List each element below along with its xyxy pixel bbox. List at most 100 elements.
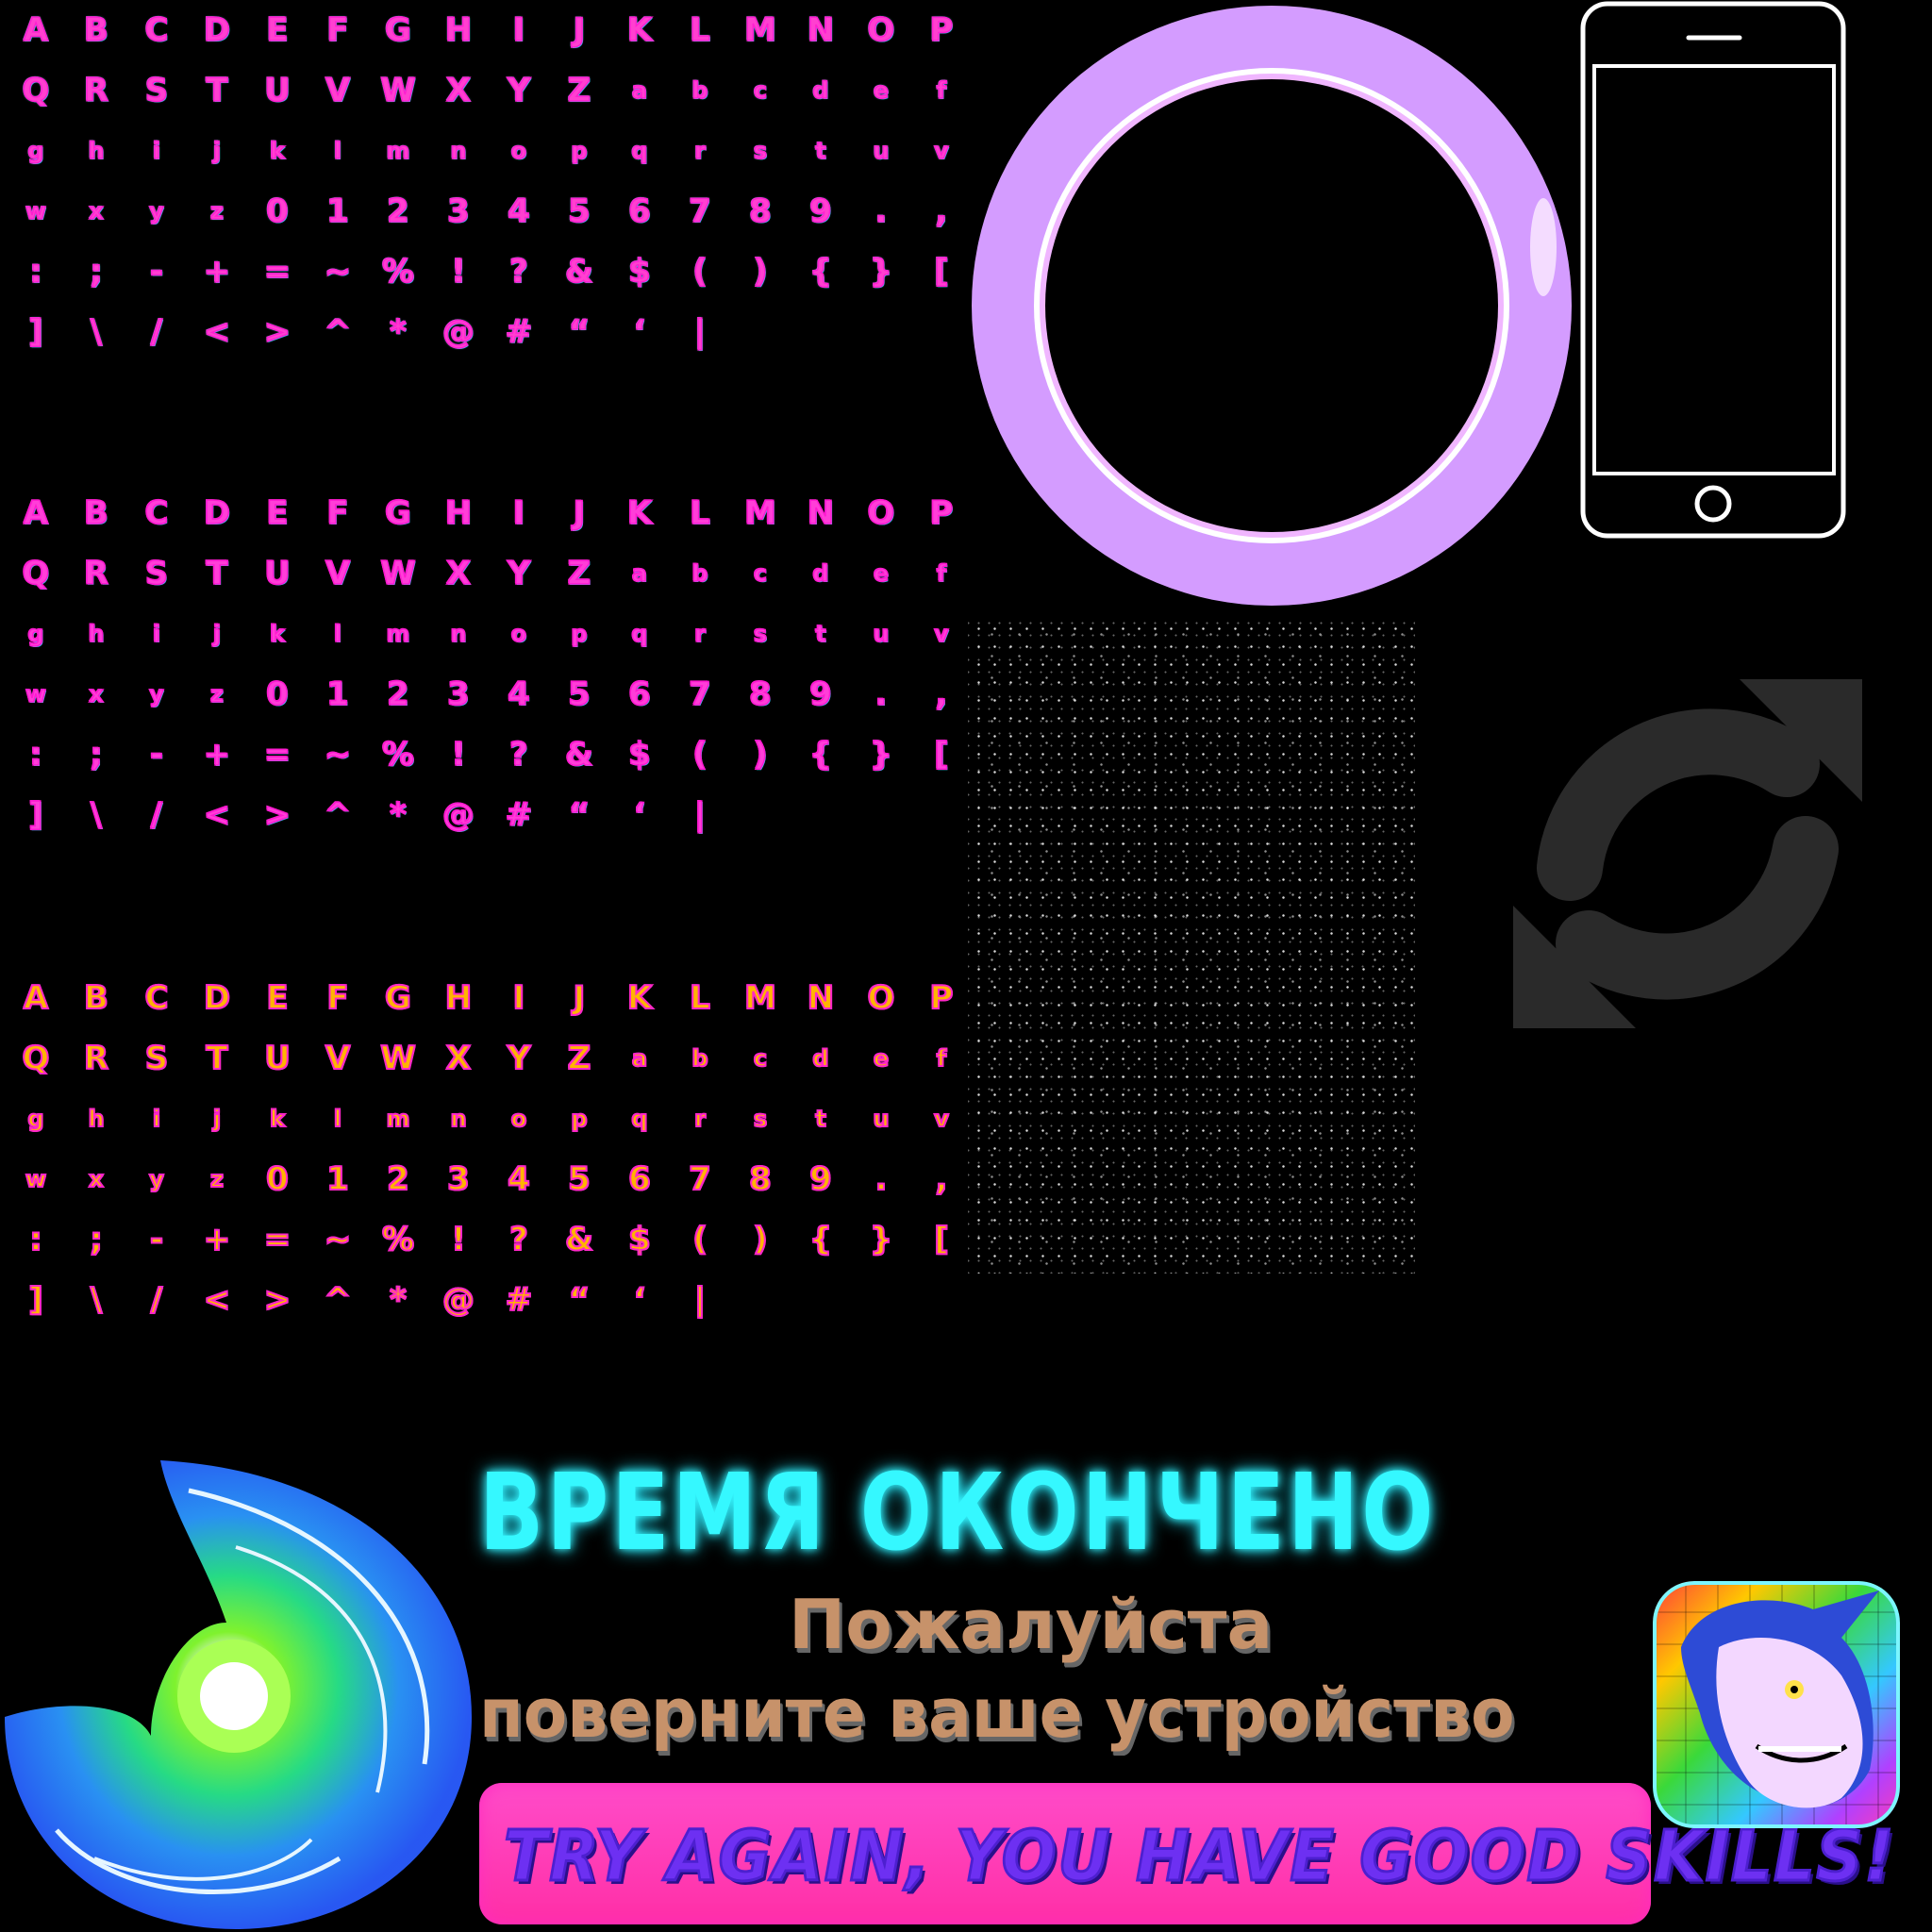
glyph-cell: l xyxy=(333,621,342,647)
glyph-cell: T xyxy=(206,72,229,109)
glyph-cell: 7 xyxy=(688,1160,712,1198)
glyph-cell: 9 xyxy=(808,192,832,230)
glyph-cell: 3 xyxy=(446,675,470,713)
glyph-cell: M xyxy=(743,11,776,49)
glyph-cell: f xyxy=(936,560,947,587)
glyph-cell: W xyxy=(379,72,416,109)
glyph-cell: i xyxy=(152,621,161,647)
time-over-title: ВРЕМЯ ОКОНЧЕНО xyxy=(479,1452,1437,1574)
glyph-cell: , xyxy=(935,1160,949,1198)
glyph-cell: 2 xyxy=(386,675,409,713)
glyph-cell: J xyxy=(573,494,586,532)
glyph-cell: T xyxy=(206,555,229,592)
glyph-cell: P xyxy=(929,494,954,532)
glyph-cell: e xyxy=(873,1045,890,1072)
glyph-cell: h xyxy=(88,138,106,164)
glyph-cell: 0 xyxy=(265,675,289,713)
glyph-cell: N xyxy=(807,494,835,532)
glyph-cell: M xyxy=(743,494,776,532)
glyph-cell: 4 xyxy=(507,1160,531,1198)
glyph-cell: 9 xyxy=(808,675,832,713)
glyph-cell: k xyxy=(269,1106,286,1132)
glyph-cell: k xyxy=(269,138,285,164)
font-atlas-pink: ABCDEFGH I J KLMNOP QRSTUVWXYZa b c d e f g h i j k l m n… xyxy=(6,0,955,362)
glyph-cell: ~ xyxy=(324,736,352,774)
glyph-cell: c xyxy=(753,77,768,104)
glyph-cell: $ xyxy=(627,1221,652,1258)
glyph-cell: f xyxy=(936,1045,947,1072)
glyph-cell: t xyxy=(815,621,827,647)
glyph-cell: Q xyxy=(22,555,50,592)
glyph-cell: A xyxy=(23,979,49,1017)
glyph-cell: 8 xyxy=(748,675,772,713)
glyph-cell: ( xyxy=(691,1221,708,1258)
glyph-cell: q xyxy=(631,621,649,647)
glyph-cell: . xyxy=(874,675,888,713)
glyph-cell: l xyxy=(333,138,342,164)
glyph-cell: r xyxy=(693,138,706,164)
bubble-ring-icon xyxy=(972,6,1572,606)
glyph-cell: L xyxy=(689,11,710,49)
glyph-cell: 5 xyxy=(567,1160,591,1198)
glyph-cell: C xyxy=(144,11,169,49)
glyph-cell: ( xyxy=(691,253,708,291)
unicorn-face-icon xyxy=(1681,1591,1879,1808)
glyph-cell: \ xyxy=(90,796,103,834)
glyph-cell: F xyxy=(325,979,349,1017)
glyph-cell: S xyxy=(144,72,169,109)
glyph-cell: ~ xyxy=(324,253,352,291)
glyph-cell: W xyxy=(379,1040,417,1077)
glyph-cell: y xyxy=(148,1166,165,1192)
glyph-cell: F xyxy=(326,494,350,532)
glyph-cell: p xyxy=(571,621,589,647)
glyph-cell: z xyxy=(209,681,224,708)
glyph-cell: , xyxy=(935,675,948,713)
glyph-cell: g xyxy=(27,138,45,164)
glyph-cell: * xyxy=(389,796,407,834)
glyph-cell: U xyxy=(263,72,291,109)
glyph-cell: v xyxy=(933,138,949,164)
glyph-cell: u xyxy=(873,621,891,647)
glyph-cell: ) xyxy=(752,1221,769,1258)
glyph-cell: y xyxy=(148,198,164,225)
glyph-cell: e xyxy=(873,560,890,587)
glyph-cell: e xyxy=(873,77,890,104)
glyph-cell: H xyxy=(444,11,473,49)
glow-portal-icon xyxy=(5,1460,472,1929)
glyph-cell: } xyxy=(869,253,893,291)
glyph-cell: 2 xyxy=(386,192,409,230)
starfield-texture xyxy=(968,615,1415,1274)
glyph-cell: } xyxy=(869,1221,893,1258)
glyph-cell: / xyxy=(150,796,163,834)
glyph-cell: ‘ xyxy=(633,313,646,351)
glyph-cell: W xyxy=(379,555,416,592)
glyph-cell: ; xyxy=(89,736,103,774)
glyph-cell: H xyxy=(444,494,473,532)
glyph-cell: 3 xyxy=(446,1160,471,1198)
glyph-cell: J xyxy=(573,979,587,1017)
glyph-cell: n xyxy=(449,1106,467,1132)
glyph-cell: w xyxy=(25,198,47,225)
glyph-cell: ‘ xyxy=(633,1281,647,1319)
glyph-cell: $ xyxy=(627,253,651,291)
glyph-cell: . xyxy=(874,192,888,230)
glyph-cell: G xyxy=(384,11,411,49)
glyph-cell: % xyxy=(381,253,415,291)
glyph-cell: P xyxy=(929,11,954,49)
glyph-cell: x xyxy=(89,198,105,225)
glyph-cell: K xyxy=(626,494,653,532)
glyph-cell: L xyxy=(689,979,711,1017)
glyph-cell: g xyxy=(26,1106,44,1132)
glyph-cell: p xyxy=(571,138,589,164)
glyph-cell: Q xyxy=(22,72,50,109)
glyph-cell: 9 xyxy=(808,1160,833,1198)
glyph-cell: D xyxy=(203,494,231,532)
glyph-cell: # xyxy=(505,313,533,351)
glyph-cell: K xyxy=(626,979,653,1017)
glyph-cell: ^ xyxy=(324,1281,353,1319)
phone-outline-icon xyxy=(1580,1,1846,539)
glyph-cell: V xyxy=(325,555,351,592)
glyph-cell: 4 xyxy=(507,192,530,230)
glyph-cell: / xyxy=(150,1281,163,1319)
glyph-cell: a xyxy=(631,560,648,587)
